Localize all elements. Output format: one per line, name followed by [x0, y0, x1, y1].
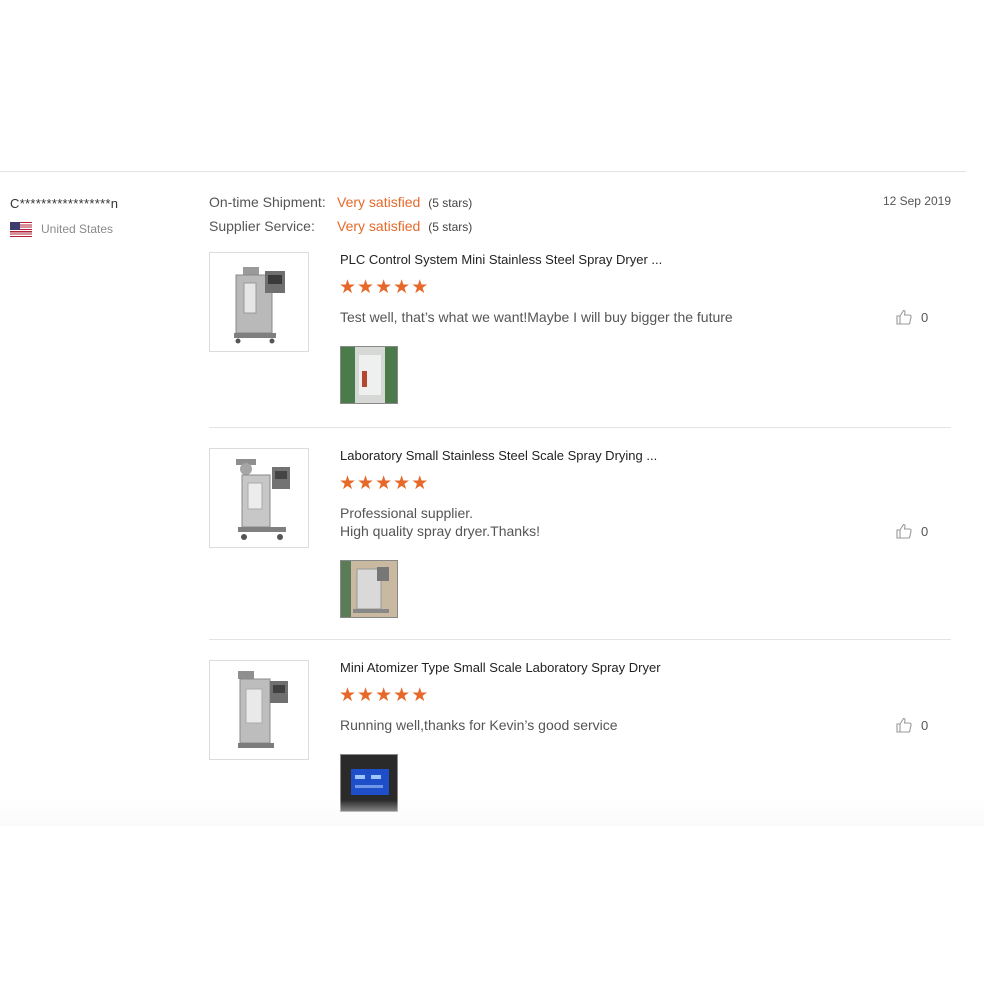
review-date: 12 Sep 2019 [882, 194, 951, 208]
star-icon: ★ [393, 473, 411, 494]
star-icon: ★ [375, 685, 393, 706]
ontime-value: Very satisfied [337, 194, 421, 210]
ontime-shipment-rating: On-time Shipment: Very satisfied (5 star… [209, 194, 472, 210]
like-button[interactable]: 0 [895, 716, 928, 734]
product-title[interactable]: Laboratory Small Stainless Steel Scale S… [340, 448, 657, 463]
like-count: 0 [921, 717, 929, 733]
product-star-rating: ★ ★ ★ ★ ★ [339, 277, 429, 298]
review-photo[interactable] [340, 560, 398, 618]
review-card: C*****************n United States On-tim… [0, 171, 966, 825]
like-button[interactable]: 0 [895, 522, 928, 540]
review-comment: Test well, that’s what we want!Maybe I w… [340, 308, 733, 326]
product-title[interactable]: PLC Control System Mini Stainless Steel … [340, 252, 662, 267]
product-star-rating: ★ ★ ★ ★ ★ [339, 685, 429, 706]
service-label: Supplier Service: [209, 218, 315, 234]
service-stars: (5 stars) [428, 220, 473, 234]
review-photo[interactable] [340, 346, 398, 404]
thumbs-up-icon [896, 309, 912, 325]
product-review-2: Laboratory Small Stainless Steel Scale S… [209, 427, 951, 640]
star-icon: ★ [339, 277, 357, 298]
country-name: United States [41, 222, 114, 236]
thumbs-up-icon [896, 523, 912, 539]
review-comment: Running well,thanks for Kevin’s good ser… [340, 716, 618, 734]
star-icon: ★ [357, 473, 375, 494]
star-icon: ★ [375, 277, 393, 298]
review-comment: Professional supplier. High quality spra… [340, 504, 540, 540]
star-icon: ★ [339, 685, 357, 706]
ontime-label: On-time Shipment: [209, 194, 326, 210]
comment-line: High quality spray dryer.Thanks! [340, 523, 540, 539]
us-flag-icon [10, 221, 32, 237]
like-button[interactable]: 0 [895, 308, 928, 326]
product-thumbnail[interactable] [209, 252, 309, 352]
bottom-fade [0, 800, 984, 826]
star-icon: ★ [393, 685, 411, 706]
like-count: 0 [921, 309, 929, 325]
product-review-3: Mini Atomizer Type Small Scale Laborator… [209, 639, 951, 825]
product-star-rating: ★ ★ ★ ★ ★ [339, 473, 429, 494]
buyer-name: C*****************n [10, 196, 119, 211]
comment-line: Professional supplier. [340, 505, 474, 521]
product-title[interactable]: Mini Atomizer Type Small Scale Laborator… [340, 660, 661, 675]
product-thumbnail[interactable] [209, 660, 309, 760]
star-icon: ★ [357, 685, 375, 706]
comment-line: Running well,thanks for Kevin’s good ser… [340, 717, 618, 733]
service-value: Very satisfied [337, 218, 421, 234]
comment-line: Test well, that’s what we want!Maybe I w… [340, 309, 733, 325]
supplier-service-rating: Supplier Service: Very satisfied (5 star… [209, 218, 472, 234]
star-icon: ★ [375, 473, 393, 494]
like-count: 0 [921, 523, 929, 539]
thumbs-up-icon [896, 717, 912, 733]
star-icon: ★ [411, 685, 429, 706]
buyer-country: United States [10, 221, 113, 237]
product-thumbnail[interactable] [209, 448, 309, 548]
star-icon: ★ [357, 277, 375, 298]
star-icon: ★ [393, 277, 411, 298]
star-icon: ★ [411, 277, 429, 298]
ontime-stars: (5 stars) [428, 196, 473, 210]
star-icon: ★ [339, 473, 357, 494]
product-review-1: PLC Control System Mini Stainless Steel … [209, 252, 951, 427]
star-icon: ★ [411, 473, 429, 494]
